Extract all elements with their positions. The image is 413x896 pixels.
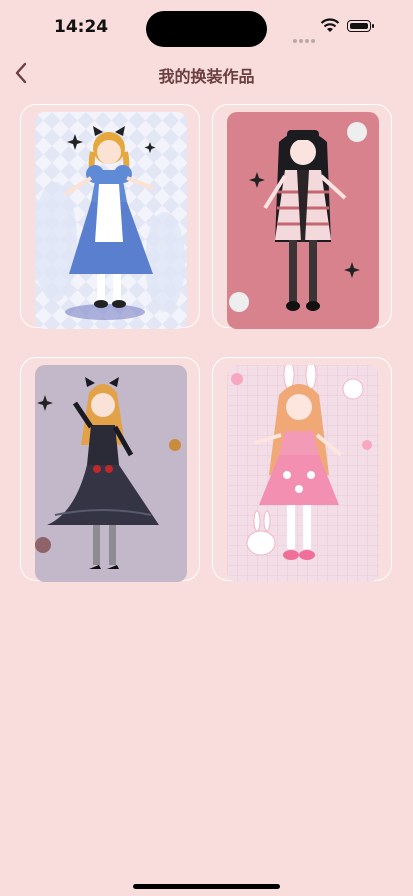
status-bar: 14:24 <box>0 0 413 54</box>
nav-bar: 我的换装作品 <box>0 52 413 96</box>
work-card-1[interactable] <box>20 104 200 329</box>
battery-icon <box>347 20 374 32</box>
work-card-2[interactable] <box>212 104 392 329</box>
work-image-black-gown-girl <box>35 365 187 582</box>
work-image-pink-gothic-girl <box>227 112 379 329</box>
signal-dots-icon <box>293 28 317 47</box>
work-image-bunny-pink-girl <box>227 365 379 582</box>
dynamic-island <box>146 11 267 47</box>
wifi-icon <box>320 18 340 32</box>
status-time: 14:24 <box>54 17 109 37</box>
page-title: 我的换装作品 <box>158 67 255 86</box>
work-image-blue-dress-girl <box>35 112 187 329</box>
work-card-3[interactable] <box>20 357 200 582</box>
work-card-4[interactable] <box>212 357 392 582</box>
home-indicator[interactable] <box>133 884 280 889</box>
